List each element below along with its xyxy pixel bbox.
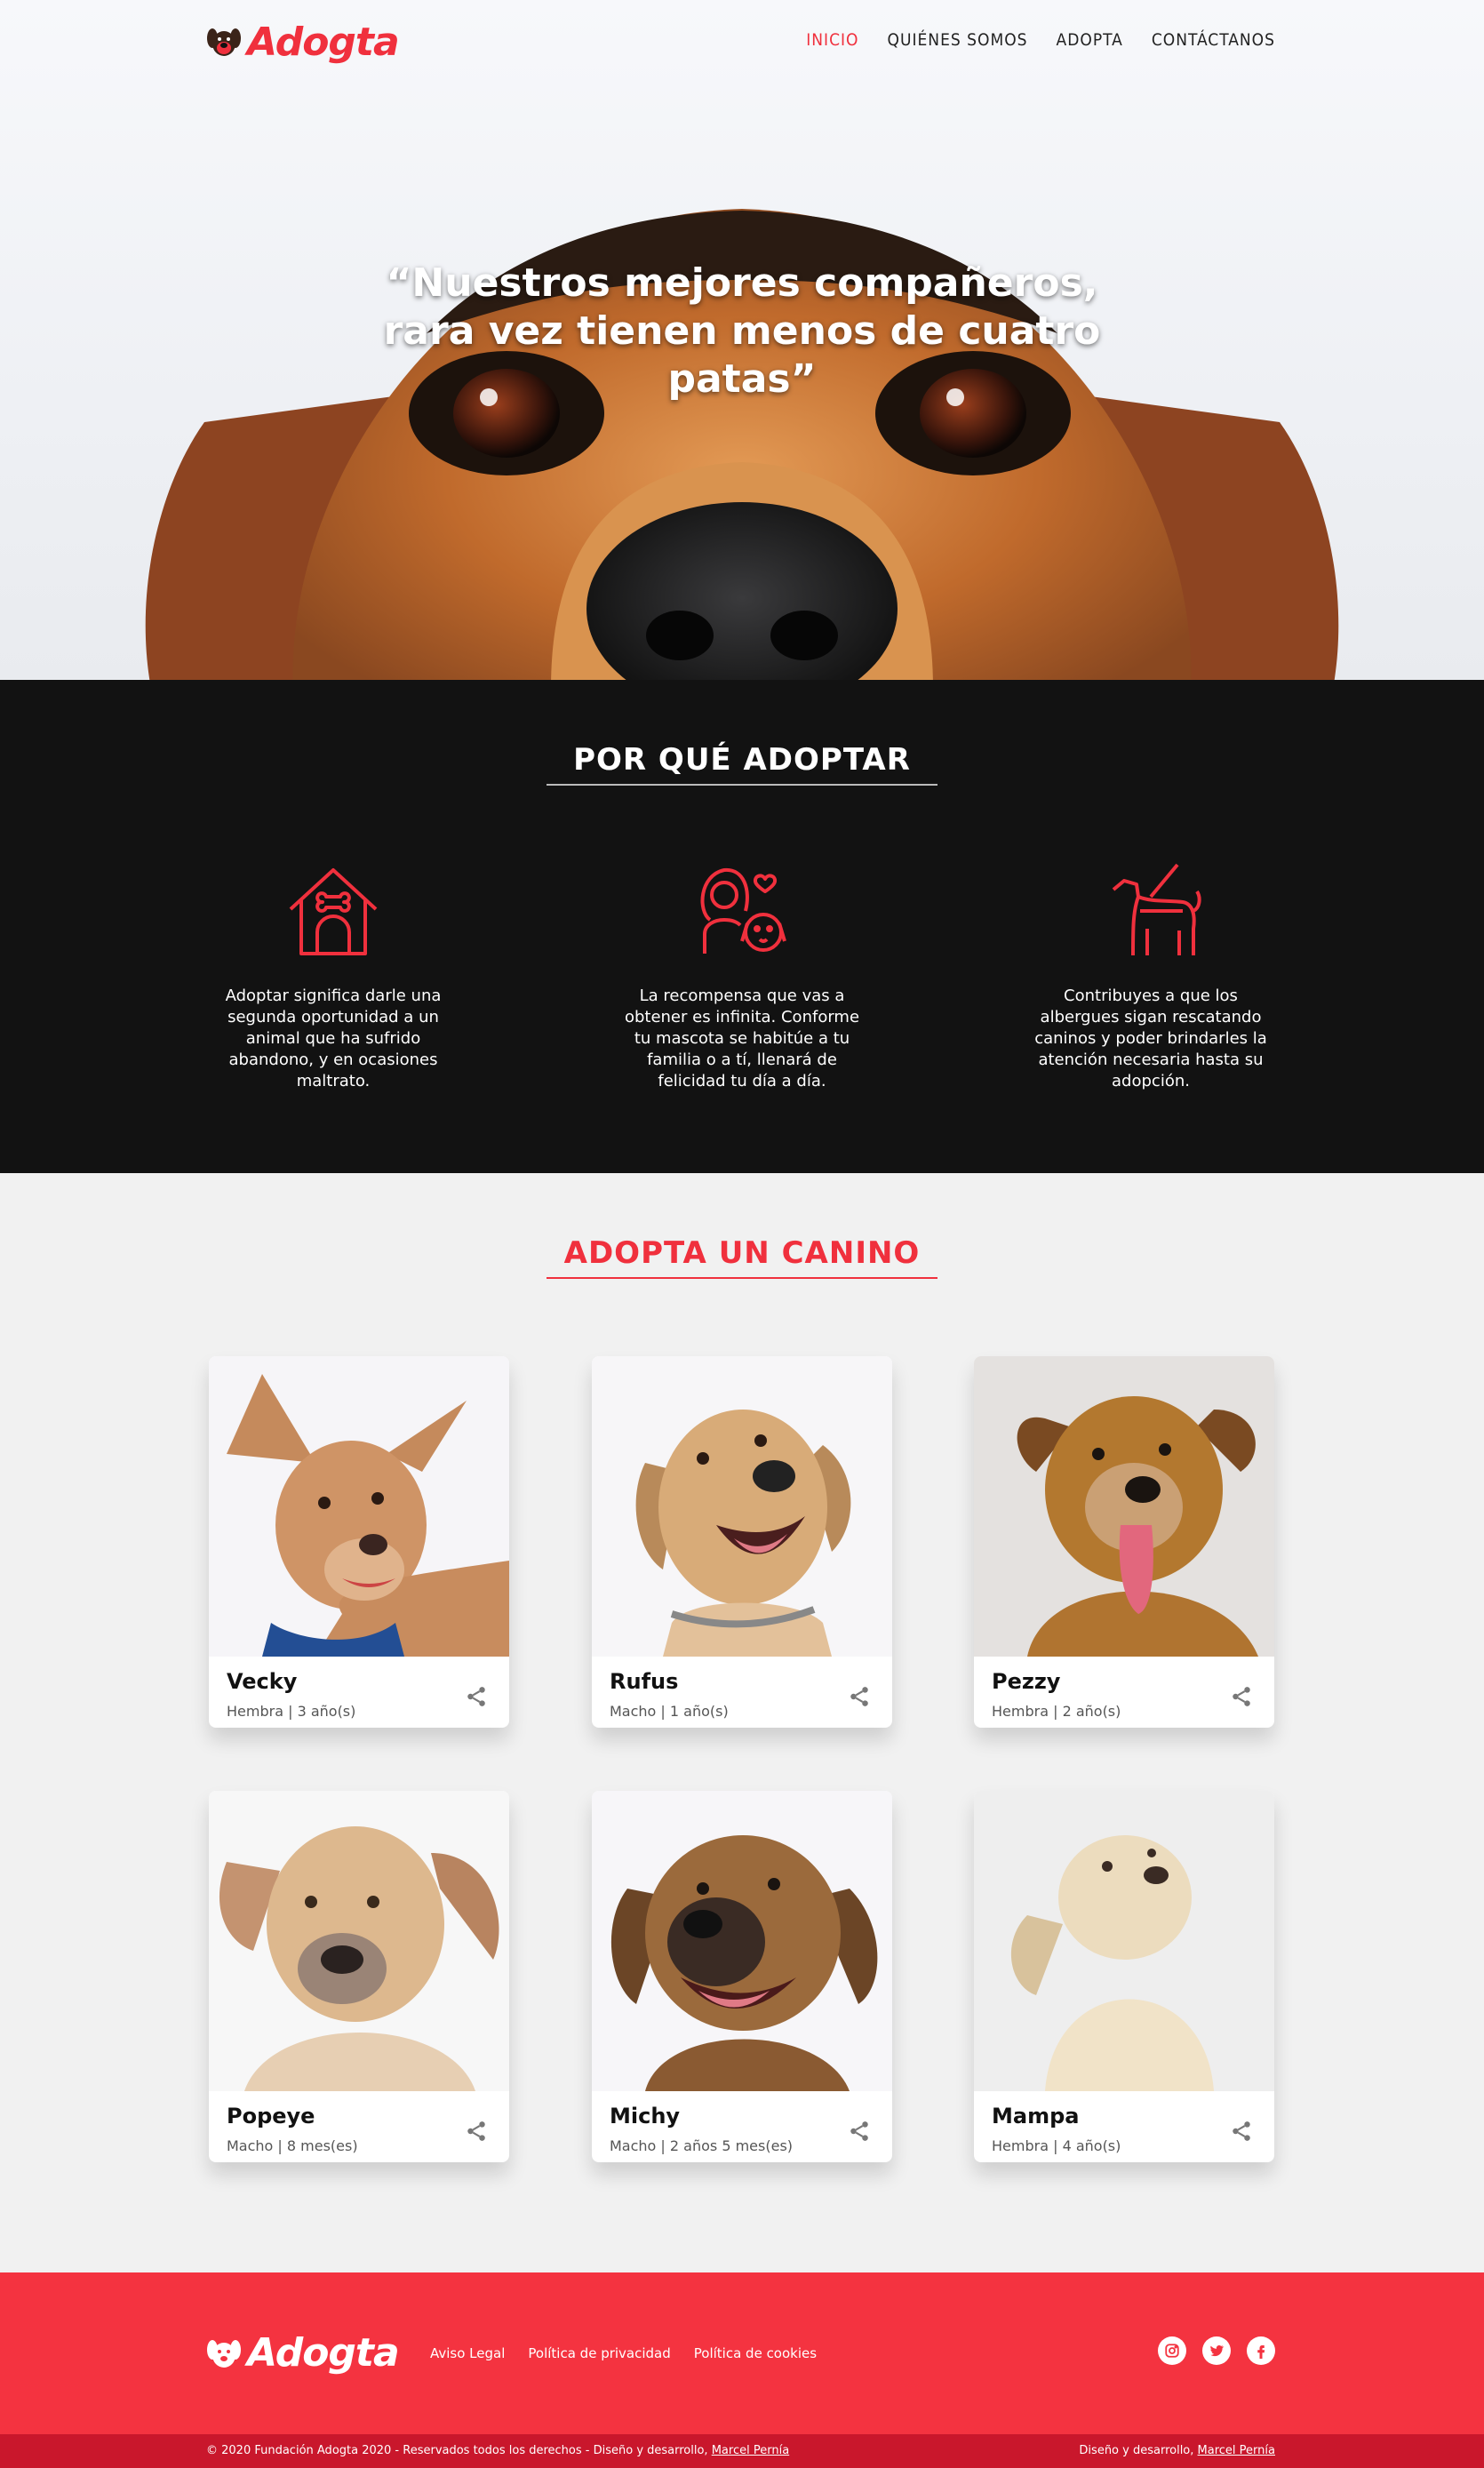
share-icon[interactable] (848, 1685, 871, 1708)
page: Adogta INICIO QUIÉNES SOMOS ADOPTA CONTÁ… (0, 0, 1484, 2468)
why-text-1: Adoptar significa darle una segunda opor… (225, 986, 442, 1090)
why-text-3: Contribuyes a que los albergues sigan re… (1034, 986, 1267, 1090)
instagram-icon[interactable] (1158, 2336, 1186, 2365)
share-icon[interactable] (465, 2120, 488, 2143)
main-menu: INICIO QUIÉNES SOMOS ADOPTA CONTÁCTANOS (806, 30, 1275, 50)
title-divider (547, 1277, 937, 1279)
dog-house-icon (289, 868, 378, 955)
dog-card-vecky[interactable]: Vecky Hembra | 3 año(s) (209, 1356, 509, 1728)
adopt-section: ADOPTA UN CANINO Vecky Hembra | 3 año(s) (0, 1173, 1484, 2272)
brand-name: Adogta (247, 2330, 400, 2376)
why-adopt-section: POR QUÉ ADOPTAR Adoptar significa darle … (0, 680, 1484, 1173)
copyright-prefix: © 2020 Fundación Adogta 2020 - Reservado… (206, 2444, 708, 2457)
dog-name: Michy (610, 2104, 681, 2129)
share-icon[interactable] (1230, 2120, 1253, 2143)
credit-prefix: Diseño y desarrollo, (1079, 2444, 1194, 2457)
footer-link-cookies[interactable]: Política de cookies (694, 2345, 817, 2361)
dog-name: Rufus (610, 1669, 679, 1694)
footer-links: Aviso Legal Política de privacidad Polít… (430, 2345, 817, 2361)
why-item-2: La recompensa que vas a obtener es infin… (618, 858, 866, 1092)
dog-meta: Hembra | 2 año(s) (992, 1703, 1121, 1720)
top-navigation: Adogta INICIO QUIÉNES SOMOS ADOPTA CONTÁ… (0, 0, 1484, 89)
dog-name: Vecky (227, 1669, 298, 1694)
dog-meta: Macho | 1 año(s) (610, 1703, 729, 1720)
designer-link-right[interactable]: Marcel Pernía (1198, 2444, 1275, 2457)
dog-photo-pezzy (974, 1356, 1274, 1657)
nav-item-adopta[interactable]: ADOPTA (1057, 30, 1123, 50)
dog-meta: Hembra | 4 año(s) (992, 2137, 1121, 2154)
brand-name: Adogta (247, 19, 400, 65)
footer: Adogta Aviso Legal Política de privacida… (0, 2272, 1484, 2434)
dog-photo-michy (592, 1791, 892, 2091)
dog-head-logo-icon (207, 28, 241, 56)
hero-section: Adogta INICIO QUIÉNES SOMOS ADOPTA CONTÁ… (0, 0, 1484, 680)
facebook-icon[interactable] (1247, 2336, 1275, 2365)
dog-meta: Macho | 8 mes(es) (227, 2137, 358, 2154)
brand-logo[interactable]: Adogta (206, 19, 400, 65)
footer-link-privacidad[interactable]: Política de privacidad (528, 2345, 670, 2361)
dog-name: Mampa (992, 2104, 1080, 2129)
why-item-3: Contribuyes a que los albergues sigan re… (1026, 858, 1275, 1092)
designer-link[interactable]: Marcel Pernía (712, 2444, 789, 2457)
guide-dog-icon (1112, 863, 1201, 956)
dog-photo-mampa (974, 1791, 1274, 2091)
footer-bottom-bar: © 2020 Fundación Adogta 2020 - Reservado… (0, 2434, 1484, 2468)
share-icon[interactable] (1230, 1685, 1253, 1708)
twitter-icon[interactable] (1202, 2336, 1231, 2365)
dog-meta: Hembra | 3 año(s) (227, 1703, 356, 1720)
why-adopt-title: POR QUÉ ADOPTAR (573, 742, 911, 778)
footer-link-aviso-legal[interactable]: Aviso Legal (430, 2345, 505, 2361)
adopt-title: ADOPTA UN CANINO (563, 1235, 921, 1271)
nav-item-contactanos[interactable]: CONTÁCTANOS (1152, 30, 1275, 50)
dog-meta: Macho | 2 años 5 mes(es) (610, 2137, 794, 2154)
hero-quote: “Nuestros mejores compañeros, rara vez t… (383, 260, 1101, 402)
dog-card-popeye[interactable]: Popeye Macho | 8 mes(es) (209, 1791, 509, 2162)
footer-logo[interactable]: Adogta (206, 2330, 400, 2376)
social-links (1158, 2336, 1275, 2365)
dog-card-mampa[interactable]: Mampa Hembra | 4 año(s) (974, 1791, 1274, 2162)
dog-photo-vecky (209, 1356, 509, 1657)
why-item-1: Adoptar significa darle una segunda opor… (209, 858, 458, 1092)
dog-card-rufus[interactable]: Rufus Macho | 1 año(s) (592, 1356, 892, 1728)
share-icon[interactable] (465, 1685, 488, 1708)
dog-name: Popeye (227, 2104, 315, 2129)
why-text-2: La recompensa que vas a obtener es infin… (624, 986, 860, 1090)
dog-head-logo-icon (207, 2339, 241, 2368)
dog-photo-rufus (592, 1356, 892, 1657)
dog-name: Pezzy (992, 1669, 1061, 1694)
woman-dog-love-icon (700, 867, 786, 954)
dog-card-michy[interactable]: Michy Macho | 2 años 5 mes(es) (592, 1791, 892, 2162)
credit-text: Diseño y desarrollo, Marcel Pernía (1079, 2444, 1275, 2457)
title-divider (547, 784, 937, 786)
copyright-text: © 2020 Fundación Adogta 2020 - Reservado… (206, 2444, 789, 2457)
share-icon[interactable] (848, 2120, 871, 2143)
dog-card-pezzy[interactable]: Pezzy Hembra | 2 año(s) (974, 1356, 1274, 1728)
dog-photo-popeye (209, 1791, 509, 2091)
nav-item-quienes-somos[interactable]: QUIÉNES SOMOS (888, 30, 1028, 50)
nav-item-inicio[interactable]: INICIO (806, 30, 858, 50)
